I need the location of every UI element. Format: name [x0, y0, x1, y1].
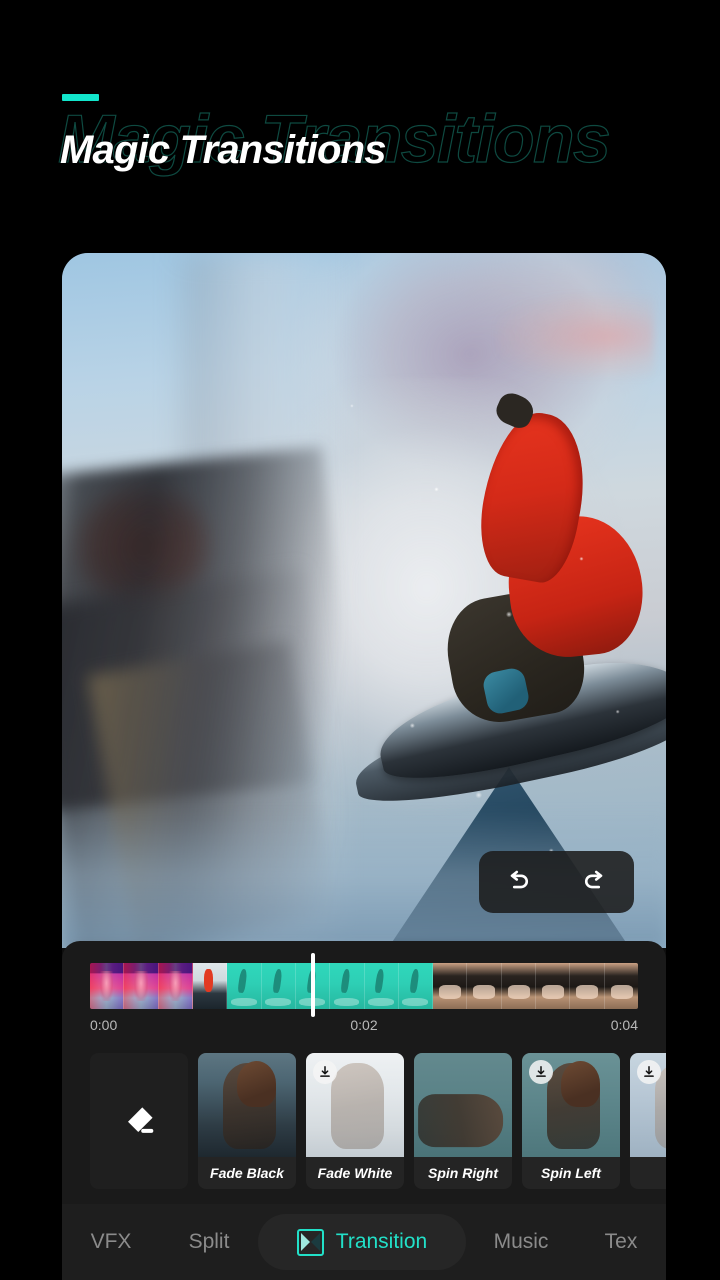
transition-item-spin-left[interactable]: Spin Left — [522, 1053, 620, 1189]
transition-icon-left-triangle — [300, 1232, 310, 1251]
transition-thumbnail — [306, 1053, 404, 1157]
timeline-frame[interactable] — [192, 963, 228, 1009]
transition-thumbnail — [630, 1053, 666, 1157]
transition-label: Spin Left — [541, 1165, 601, 1181]
transition-label: Fade White — [317, 1165, 393, 1181]
eraser-icon — [128, 1107, 154, 1133]
download-badge[interactable] — [529, 1060, 553, 1084]
timeline-time-labels: 0:00 0:02 0:04 — [90, 1017, 638, 1033]
editor-panel: 0:00 0:02 0:04 Fade Black Fade White Spi… — [62, 941, 666, 1280]
time-end-label: 0:04 — [610, 1017, 638, 1033]
undo-redo-pill — [479, 851, 634, 913]
timeline[interactable]: 0:00 0:02 0:04 — [62, 941, 666, 1051]
thumbnail-hair — [237, 1061, 277, 1108]
transition-item-none[interactable] — [90, 1053, 188, 1189]
download-icon — [536, 1065, 546, 1077]
timeline-frame[interactable] — [536, 963, 571, 1009]
tab-text[interactable]: Tex — [576, 1204, 666, 1280]
screen-root: Magic Transitions Magic Transitions 0:00… — [0, 0, 720, 1280]
timeline-frame[interactable] — [158, 963, 193, 1009]
transition-label — [630, 1157, 666, 1189]
transition-label: Fade Black — [210, 1165, 284, 1181]
thumbnail-hair — [561, 1061, 601, 1108]
timeline-playhead[interactable] — [311, 953, 315, 1017]
download-badge[interactable] — [313, 1060, 337, 1084]
time-mid-label: 0:02 — [350, 1017, 378, 1033]
header: Magic Transitions Magic Transitions — [0, 0, 720, 240]
redo-arrow-icon — [585, 870, 603, 889]
transition-item-fade-white[interactable]: Fade White — [306, 1053, 404, 1189]
tab-vfx[interactable]: VFX — [62, 1204, 160, 1280]
transition-item-fade-black[interactable]: Fade Black — [198, 1053, 296, 1189]
timeline-frame[interactable] — [261, 963, 296, 1009]
tab-label: VFX — [90, 1230, 132, 1253]
timeline-frame[interactable] — [501, 963, 537, 1009]
transition-item-partial[interactable] — [630, 1053, 666, 1189]
accent-bar — [62, 94, 99, 101]
page-title: Magic Transitions — [60, 128, 387, 172]
timeline-frame[interactable] — [467, 963, 502, 1009]
transition-icon-right-triangle — [310, 1232, 320, 1251]
app-surface: 0:00 0:02 0:04 Fade Black Fade White Spi… — [62, 253, 666, 1280]
transition-thumbnail — [198, 1053, 296, 1157]
redo-button[interactable] — [575, 862, 615, 902]
preview-lens-flare — [496, 294, 654, 379]
tab-label: Transition — [335, 1230, 428, 1253]
tab-label: Tex — [604, 1230, 638, 1253]
tab-split[interactable]: Split — [160, 1204, 258, 1280]
tab-label: Music — [493, 1230, 549, 1253]
video-preview[interactable] — [62, 253, 666, 948]
transition-thumbnail — [522, 1053, 620, 1157]
download-icon — [320, 1065, 330, 1077]
undo-button[interactable] — [498, 862, 538, 902]
download-badge[interactable] — [637, 1060, 661, 1084]
thumbnail-subject — [417, 1094, 503, 1148]
bottom-tabbar: VFX Split Transition Music Tex — [62, 1204, 666, 1280]
undo-arrow-icon — [510, 870, 528, 889]
timeline-frame[interactable] — [330, 963, 365, 1009]
timeline-frame[interactable] — [398, 963, 434, 1009]
timeline-frame[interactable] — [570, 963, 605, 1009]
transition-thumbnail — [414, 1053, 512, 1157]
thumbnail-subject — [331, 1063, 385, 1149]
tab-music[interactable]: Music — [466, 1204, 576, 1280]
tab-transition[interactable]: Transition — [258, 1214, 466, 1270]
timeline-frame[interactable] — [604, 963, 638, 1009]
transition-icon — [296, 1228, 324, 1256]
download-icon — [644, 1065, 654, 1077]
timeline-frame[interactable] — [90, 963, 125, 1009]
timeline-frame[interactable] — [227, 963, 262, 1009]
transition-list[interactable]: Fade Black Fade White Spin Right Spin Le… — [62, 1053, 666, 1195]
tab-label: Split — [188, 1230, 230, 1253]
time-start-label: 0:00 — [90, 1017, 118, 1033]
timeline-frame[interactable] — [364, 963, 399, 1009]
transition-item-spin-right[interactable]: Spin Right — [414, 1053, 512, 1189]
timeline-track[interactable] — [90, 963, 638, 1009]
timeline-frame[interactable] — [433, 963, 468, 1009]
timeline-frame[interactable] — [124, 963, 159, 1009]
transition-label: Spin Right — [428, 1165, 498, 1181]
